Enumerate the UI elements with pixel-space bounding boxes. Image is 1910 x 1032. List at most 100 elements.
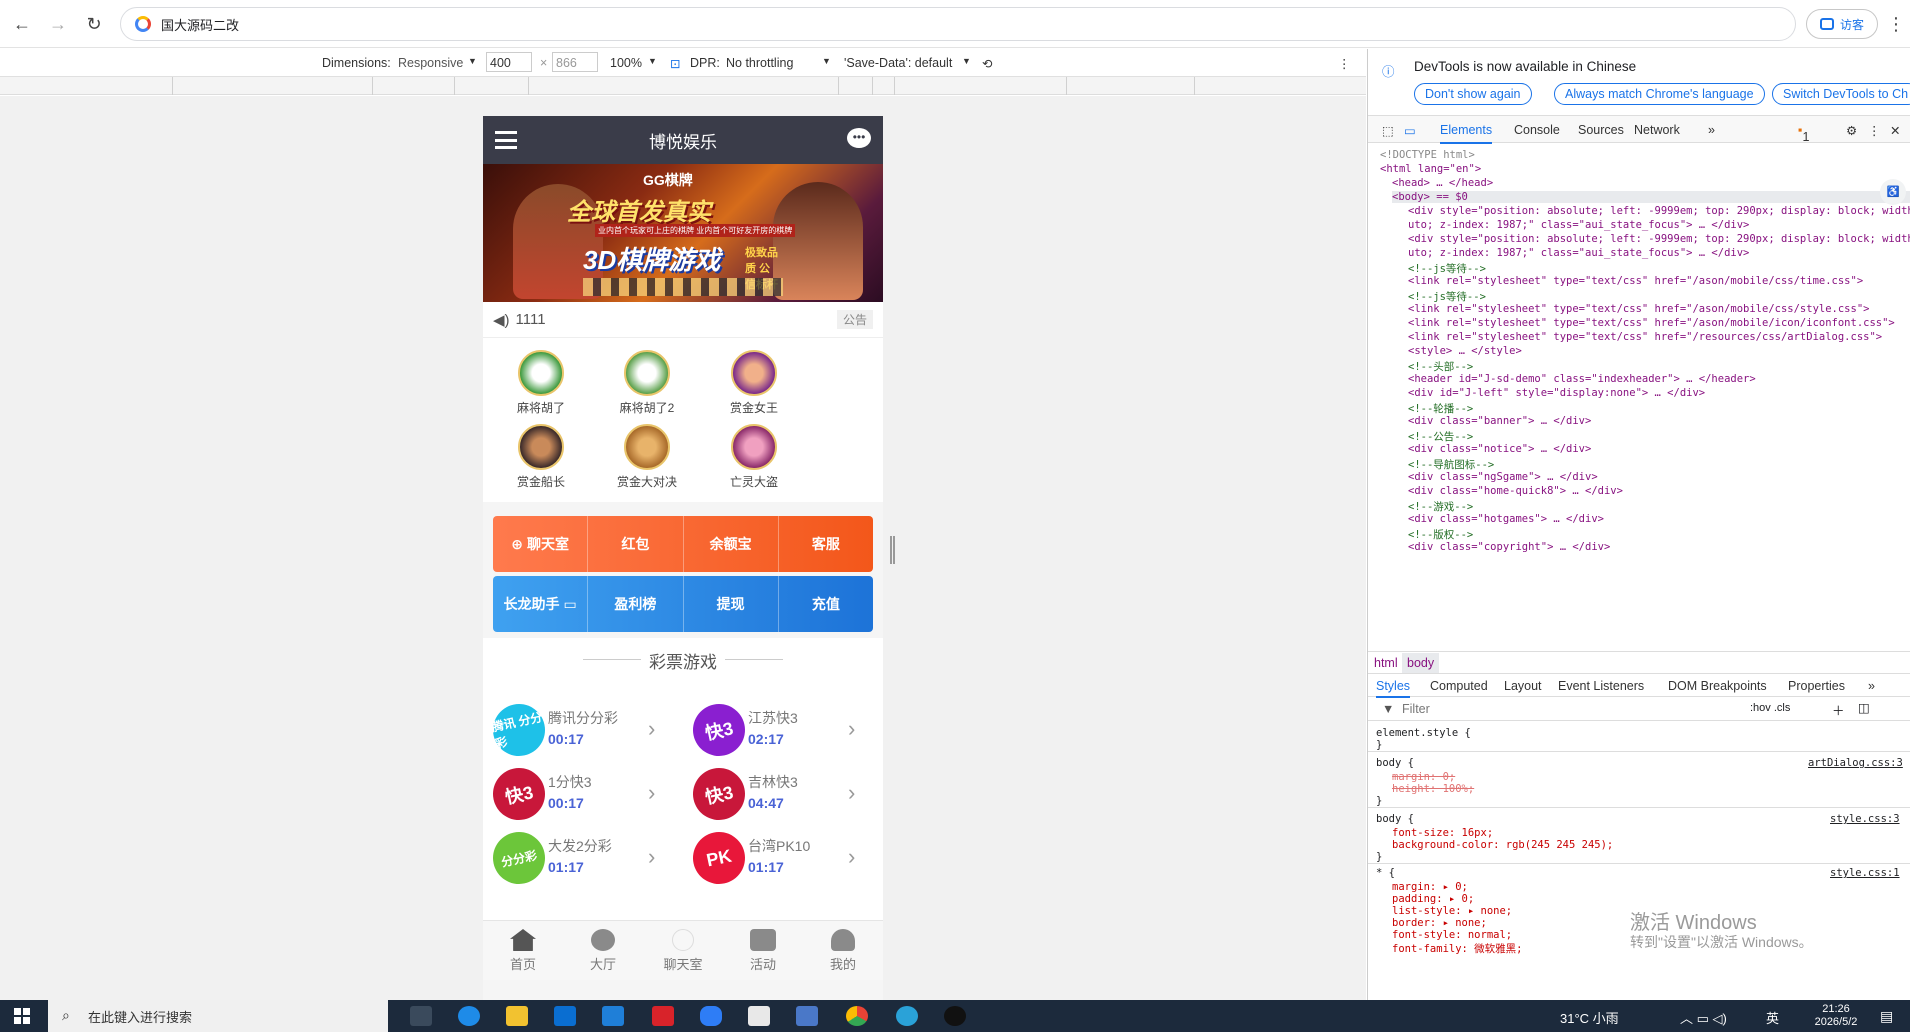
dom-line[interactable]: <html lang="en"> [1380, 163, 1481, 175]
game-item[interactable]: 亡灵大盗 [709, 424, 799, 490]
tab-properties[interactable]: Properties [1788, 679, 1845, 693]
remote-icon[interactable] [796, 1006, 818, 1026]
settings-icon[interactable]: ⚙ [1846, 123, 1857, 138]
save-data-select[interactable]: 'Save-Data': default [844, 56, 952, 70]
dom-line[interactable]: <div class="hotgames"> … </div> [1408, 513, 1604, 525]
dom-line[interactable]: <div class="home-quick8"> … </div> [1408, 485, 1623, 497]
game-item[interactable]: 赏金大对决 [602, 424, 692, 490]
tab-network[interactable]: Network [1634, 123, 1680, 137]
more-tabs-icon[interactable]: » [1708, 123, 1715, 137]
dom-comment[interactable]: <!--公告--> [1408, 429, 1473, 444]
dom-line[interactable]: uto; z-index: 1987;" class="aui_state_fo… [1408, 247, 1749, 259]
reload-icon[interactable]: ↻ [80, 10, 108, 38]
devtools-menu-icon[interactable]: ⋮ [1868, 123, 1881, 138]
deposit-button[interactable]: 充值 [779, 576, 873, 632]
game-item[interactable]: 赏金船长 [496, 424, 586, 490]
notice-label[interactable]: 公告 [836, 310, 873, 329]
dom-line[interactable]: <link rel="stylesheet" type="text/css" h… [1408, 317, 1895, 329]
style-line[interactable]: * { [1376, 867, 1395, 879]
crumb-html[interactable]: html [1374, 656, 1398, 670]
lottery-item[interactable]: 分分彩 大发2分彩 01:17 › [483, 826, 673, 889]
dom-comment[interactable]: <!--轮播--> [1408, 401, 1473, 416]
style-prop[interactable]: font-family: 微软雅黑; [1392, 941, 1523, 956]
lottery-item[interactable]: PK 台湾PK10 01:17 › [683, 826, 873, 889]
dom-line[interactable]: <div class="notice"> … </div> [1408, 443, 1591, 455]
crumb-body[interactable]: body [1402, 653, 1440, 673]
qq-icon[interactable] [944, 1006, 966, 1026]
promo-banner[interactable]: GG棋牌 全球首发真实 业内首个玩家可上庄的棋牌 业内首个可好友开房的棋牌 3D… [483, 164, 883, 302]
tab-console[interactable]: Console [1514, 123, 1560, 137]
input-language[interactable]: 英 [1766, 1008, 1779, 1027]
game-item[interactable]: 麻将胡了 [496, 350, 586, 416]
style-prop[interactable]: height: 100%; [1392, 783, 1474, 795]
nav-hall[interactable]: 大厅 [563, 921, 643, 980]
profit-rank-button[interactable]: 盈利榜 [588, 576, 684, 632]
cloud-icon[interactable] [700, 1006, 722, 1026]
chat-icon[interactable]: ••• [847, 128, 871, 148]
style-prop[interactable]: font-style: normal; [1392, 929, 1512, 941]
dom-line[interactable]: <style> … </style> [1408, 345, 1522, 357]
style-prop[interactable]: margin: 0; [1392, 771, 1455, 783]
responsive-select[interactable]: Responsive [398, 56, 463, 70]
filter-input[interactable]: Filter [1402, 702, 1430, 716]
chrome-icon[interactable] [846, 1006, 868, 1026]
tab-computed[interactable]: Computed [1430, 679, 1488, 693]
back-icon[interactable]: ← [8, 10, 36, 38]
lottery-item[interactable]: 快3 吉林快3 04:47 › [683, 762, 873, 825]
match-language-button[interactable]: Always match Chrome's language [1554, 83, 1765, 105]
dom-comment[interactable]: <!--头部--> [1408, 359, 1473, 374]
more-subtabs-icon[interactable]: » [1868, 679, 1875, 693]
style-line[interactable]: body { [1376, 757, 1414, 769]
store-icon[interactable] [554, 1006, 576, 1026]
style-prop[interactable]: padding: ▸ 0; [1392, 893, 1474, 905]
style-line[interactable]: element.style { [1376, 727, 1471, 739]
style-prop[interactable]: margin: ▸ 0; [1392, 881, 1468, 893]
dragon-helper-button[interactable]: 长龙助手 ▭ [493, 576, 589, 632]
issues-badge[interactable]: ▪ 1 [1798, 123, 1809, 144]
dom-line-selected[interactable]: <body> == $0 [1392, 191, 1910, 203]
app-icon[interactable] [748, 1006, 770, 1026]
style-source-link[interactable]: style.css:1 [1830, 867, 1900, 879]
close-icon[interactable]: ✕ [1890, 123, 1900, 138]
tab-dom-breakpoints[interactable]: DOM Breakpoints [1668, 679, 1767, 693]
accessibility-icon[interactable]: ♿ [1880, 179, 1906, 205]
taskbar-search[interactable]: ⌕ 在此键入进行搜索 [48, 1000, 388, 1032]
notification-icon[interactable]: ▤ [1880, 1008, 1893, 1025]
filter-tools[interactable]: :hov .cls [1750, 702, 1790, 714]
game-item[interactable]: 麻将胡了2 [602, 350, 692, 416]
throttle-select[interactable]: No throttling [726, 56, 793, 70]
dom-line[interactable]: <link rel="stylesheet" type="text/css" h… [1408, 275, 1863, 287]
dom-line[interactable]: <div class="banner"> … </div> [1408, 415, 1591, 427]
dom-line[interactable]: <header id="J-sd-demo" class="indexheade… [1408, 373, 1756, 385]
dom-line[interactable]: <!DOCTYPE html> [1380, 149, 1475, 161]
width-input[interactable]: 400 [486, 52, 532, 72]
dom-comment[interactable]: <!--导航图标--> [1408, 457, 1494, 472]
start-icon[interactable] [14, 1008, 30, 1024]
yuebao-button[interactable]: 余额宝 [684, 516, 779, 572]
style-source-link[interactable]: style.css:3 [1830, 813, 1900, 825]
menu-icon[interactable]: ⋮ [1882, 10, 1910, 38]
telegram-icon[interactable] [896, 1006, 918, 1026]
rotate-icon[interactable]: ⟲ [982, 56, 992, 71]
height-input[interactable]: 866 [552, 52, 598, 72]
weather-widget[interactable]: 31°C 小雨 [1560, 1008, 1619, 1027]
task-view-icon[interactable] [410, 1006, 432, 1026]
explorer-icon[interactable] [506, 1006, 528, 1026]
notice-bar[interactable]: ◀) 1111 公告 [483, 302, 883, 338]
dom-line[interactable]: <div class="ngSgame"> … </div> [1408, 471, 1598, 483]
dom-line[interactable]: <link rel="stylesheet" type="text/css" h… [1408, 331, 1882, 343]
profile-button[interactable]: 访客 [1806, 9, 1878, 39]
dom-line[interactable]: <div style="position: absolute; left: -9… [1408, 205, 1910, 217]
device-toggle-icon[interactable]: ▭ [1404, 123, 1416, 138]
redpacket-button[interactable]: 红包 [588, 516, 684, 572]
nav-mine[interactable]: 我的 [803, 921, 883, 980]
dom-line[interactable]: <div class="copyright"> … </div> [1408, 541, 1610, 553]
resize-handle[interactable] [890, 536, 895, 564]
style-prop[interactable]: list-style: ▸ none; [1392, 905, 1512, 917]
toggle-sidebar-icon[interactable]: ◫ [1858, 700, 1870, 715]
device-more-icon[interactable]: ⋮ [1338, 56, 1351, 71]
dom-line[interactable]: uto; z-index: 1987;" class="aui_state_fo… [1408, 219, 1749, 231]
dom-comment[interactable]: <!--js等待--> [1408, 289, 1486, 304]
tab-sources[interactable]: Sources [1578, 123, 1624, 137]
service-button[interactable]: 客服 [779, 516, 873, 572]
